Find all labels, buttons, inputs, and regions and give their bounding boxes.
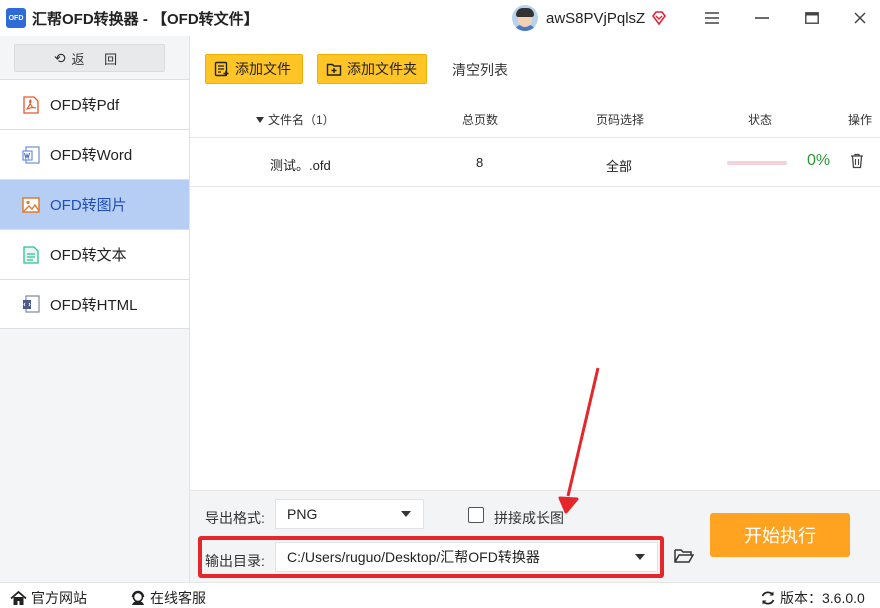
merge-long-image-checkbox[interactable]	[468, 507, 484, 523]
add-folder-label: 添加文件夹	[347, 61, 417, 77]
support-agent-icon	[131, 590, 145, 605]
back-button-label: 返 回	[71, 51, 126, 67]
sidebar-item-pdf[interactable]: OFD转Pdf	[0, 79, 189, 129]
back-button[interactable]: ⟲ 返 回	[14, 44, 165, 72]
back-arrow-icon: ⟲	[53, 49, 66, 66]
minimize-icon	[755, 17, 769, 19]
text-file-icon	[22, 245, 40, 265]
html-icon	[22, 294, 40, 314]
online-support-link[interactable]: 在线客服	[130, 588, 206, 608]
refresh-icon[interactable]	[760, 590, 776, 606]
sort-down-icon[interactable]	[256, 116, 264, 123]
add-file-icon	[214, 61, 229, 77]
file-name-cell: 测试。.ofd	[270, 158, 331, 173]
sidebar-item-label: OFD转HTML	[50, 296, 138, 314]
open-folder-icon[interactable]	[674, 548, 694, 564]
sidebar-item-label: OFD转Pdf	[50, 97, 120, 114]
status-bar: 官方网站 在线客服 版本： 3.6.0.0	[0, 582, 880, 608]
version-info: 版本： 3.6.0.0	[760, 588, 865, 608]
user-account[interactable]: awS8PVjPqlsZ	[512, 4, 667, 32]
website-label: 官方网站	[31, 590, 87, 606]
chevron-down-icon	[401, 511, 411, 517]
column-pages: 总页数	[462, 113, 499, 127]
column-action: 操作	[848, 113, 873, 127]
home-icon	[10, 590, 27, 605]
clear-list-button[interactable]: 清空列表	[452, 60, 508, 80]
title-bar: OFD 汇帮OFD转换器 - 【OFD转文件】 awS8PVjPqlsZ	[0, 0, 880, 36]
username[interactable]: awS8PVjPqlsZ	[546, 10, 645, 27]
output-dir-value: C:/Users/ruguo/Desktop/汇帮OFD转换器	[287, 549, 540, 565]
sidebar: ⟲ 返 回 OFD转Pdf OFD转Word OFD转图片 OFD转文本 OFD…	[0, 36, 190, 582]
progress-bar	[727, 161, 787, 165]
support-label: 在线客服	[150, 590, 206, 606]
add-folder-icon	[326, 63, 342, 76]
sidebar-item-label: OFD转Word	[50, 147, 133, 164]
format-label: 导出格式:	[205, 510, 265, 526]
output-dir-label: 输出目录:	[205, 553, 265, 569]
format-select[interactable]: PNG	[275, 499, 424, 529]
column-filename[interactable]: 文件名（1）	[256, 111, 335, 128]
chevron-down-icon	[635, 554, 645, 560]
app-logo: OFD	[6, 8, 26, 28]
sidebar-item-label: OFD转文本	[50, 247, 127, 264]
sidebar-item-text[interactable]: OFD转文本	[0, 229, 189, 279]
merge-long-image-label[interactable]: 拼接成长图	[494, 508, 564, 528]
start-button[interactable]: 开始执行	[710, 513, 850, 557]
add-file-label: 添加文件	[235, 61, 291, 77]
sidebar-item-image[interactable]: OFD转图片	[0, 179, 189, 229]
sidebar-item-label: OFD转图片	[50, 197, 127, 214]
add-file-button[interactable]: 添加文件	[205, 54, 303, 84]
column-filename-label: 文件名（1）	[268, 113, 335, 127]
window-title: 汇帮OFD转换器 - 【OFD转文件】	[32, 10, 259, 28]
menu-button[interactable]	[690, 0, 734, 36]
hamburger-icon	[705, 12, 719, 24]
output-dir-select[interactable]: C:/Users/ruguo/Desktop/汇帮OFD转换器	[275, 542, 658, 572]
file-table-header: 文件名（1） 总页数 页码选择 状态 操作	[190, 100, 880, 138]
page-select-cell[interactable]: 全部	[606, 156, 632, 175]
maximize-icon	[805, 12, 819, 24]
sidebar-item-html[interactable]: OFD转HTML	[0, 279, 189, 329]
close-button[interactable]	[838, 0, 880, 36]
avatar[interactable]	[512, 5, 538, 31]
maximize-button[interactable]	[790, 0, 834, 36]
image-icon	[22, 195, 40, 215]
column-status: 状态	[748, 113, 773, 127]
version-label: 版本：	[780, 590, 822, 606]
table-row[interactable]: 测试。.ofd 8 全部 0%	[190, 139, 880, 187]
progress-percent: 0%	[807, 152, 831, 169]
vip-diamond-icon[interactable]	[651, 10, 667, 26]
word-icon	[22, 145, 40, 165]
minimize-button[interactable]	[740, 0, 784, 36]
format-select-value: PNG	[287, 506, 318, 522]
official-website-link[interactable]: 官方网站	[10, 588, 87, 608]
version-number: 3.6.0.0	[822, 590, 865, 606]
delete-icon[interactable]	[850, 153, 864, 169]
add-folder-button[interactable]: 添加文件夹	[317, 54, 427, 84]
pdf-icon	[22, 95, 40, 115]
close-icon	[854, 12, 866, 24]
page-count-cell: 8	[476, 155, 484, 170]
sidebar-item-word[interactable]: OFD转Word	[0, 129, 189, 179]
column-page-select: 页码选择	[596, 113, 645, 127]
